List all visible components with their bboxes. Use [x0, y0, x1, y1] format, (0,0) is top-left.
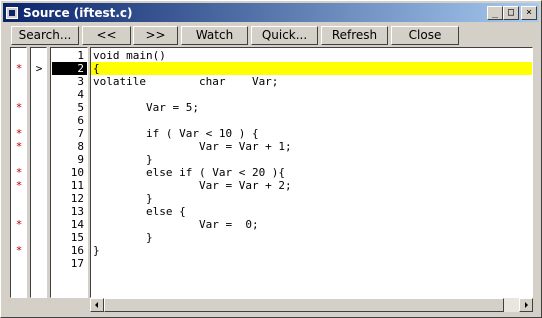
horizontal-scrollbar[interactable]: [90, 298, 533, 312]
line-number: 16: [70, 244, 84, 257]
code-line[interactable]: }: [93, 231, 532, 244]
line-number: 10: [70, 166, 84, 179]
breakpoint-marker[interactable]: *: [11, 140, 27, 153]
title-bar[interactable]: Source (iftest.c) _ □ ×: [3, 3, 539, 22]
code-line[interactable]: }: [93, 244, 532, 257]
window-icon[interactable]: [6, 6, 18, 19]
forward-button[interactable]: >>: [133, 26, 178, 45]
line-number: 12: [70, 192, 84, 205]
close-button[interactable]: Close: [391, 26, 459, 45]
line-number-gutter: 1 2 3 4 5 6 7 8 9 10 11 12 13 14 15 16 17: [50, 47, 88, 298]
window-title: Source (iftest.c): [23, 5, 133, 20]
pc-pointer-gutter[interactable]: >: [30, 47, 47, 298]
code-line[interactable]: else {: [93, 205, 532, 218]
back-button[interactable]: <<: [82, 26, 131, 45]
source-code-view[interactable]: void main(){volatile char Var; Var = 5; …: [90, 47, 533, 298]
minimize-button[interactable]: _: [487, 6, 503, 20]
code-line[interactable]: [93, 88, 532, 101]
source-window: Source (iftest.c) _ □ × Search... << >> …: [0, 0, 542, 318]
line-number: 9: [77, 153, 84, 166]
line-number: 5: [77, 101, 84, 114]
line-number: 14: [70, 218, 84, 231]
refresh-button[interactable]: Refresh: [321, 26, 388, 45]
code-line[interactable]: }: [93, 153, 532, 166]
breakpoint-marker[interactable]: *: [11, 101, 27, 114]
line-number: 15: [70, 231, 84, 244]
code-line[interactable]: [93, 114, 532, 127]
scrollbar-thumb[interactable]: [104, 298, 504, 312]
code-line[interactable]: [93, 257, 532, 270]
quick-watch-button[interactable]: Quick...: [251, 26, 318, 45]
search-button[interactable]: Search...: [11, 26, 79, 45]
code-line[interactable]: void main(): [93, 49, 532, 62]
code-line[interactable]: if ( Var < 10 ) {: [93, 127, 532, 140]
arrow-right-icon[interactable]: [519, 298, 533, 312]
breakpoint-marker[interactable]: *: [11, 62, 27, 75]
breakpoint-gutter[interactable]: * * * * * * * *: [10, 47, 27, 298]
code-line[interactable]: Var = Var + 2;: [93, 179, 532, 192]
pc-arrow-icon: >: [35, 62, 43, 75]
gutter-footer: [11, 298, 90, 312]
line-number: 13: [70, 205, 84, 218]
toolbar: Search... << >> Watch Quick... Refresh C…: [11, 26, 531, 45]
line-number: 4: [77, 88, 84, 101]
breakpoint-marker[interactable]: *: [11, 244, 27, 257]
line-number: 11: [70, 179, 84, 192]
breakpoint-marker[interactable]: *: [11, 218, 27, 231]
line-number: 3: [77, 75, 84, 88]
code-line[interactable]: Var = 5;: [93, 101, 532, 114]
code-line[interactable]: Var = Var + 1;: [93, 140, 532, 153]
line-number: 7: [77, 127, 84, 140]
close-window-button[interactable]: ×: [521, 6, 537, 20]
code-line[interactable]: {: [91, 62, 532, 75]
code-line[interactable]: else if ( Var < 20 ){: [93, 166, 532, 179]
arrow-left-icon[interactable]: [90, 298, 104, 312]
code-line[interactable]: }: [93, 192, 532, 205]
line-number: 8: [77, 140, 84, 153]
breakpoint-marker[interactable]: *: [11, 127, 27, 140]
code-line[interactable]: volatile char Var;: [93, 75, 532, 88]
line-number: 1: [77, 49, 84, 62]
maximize-button[interactable]: □: [503, 6, 519, 20]
breakpoint-marker[interactable]: *: [11, 179, 27, 192]
line-number: 2: [52, 62, 87, 75]
code-line[interactable]: Var = 0;: [93, 218, 532, 231]
breakpoint-marker[interactable]: *: [11, 166, 27, 179]
line-number: 17: [70, 257, 84, 270]
watch-button[interactable]: Watch: [181, 26, 248, 45]
line-number: 6: [77, 114, 84, 127]
